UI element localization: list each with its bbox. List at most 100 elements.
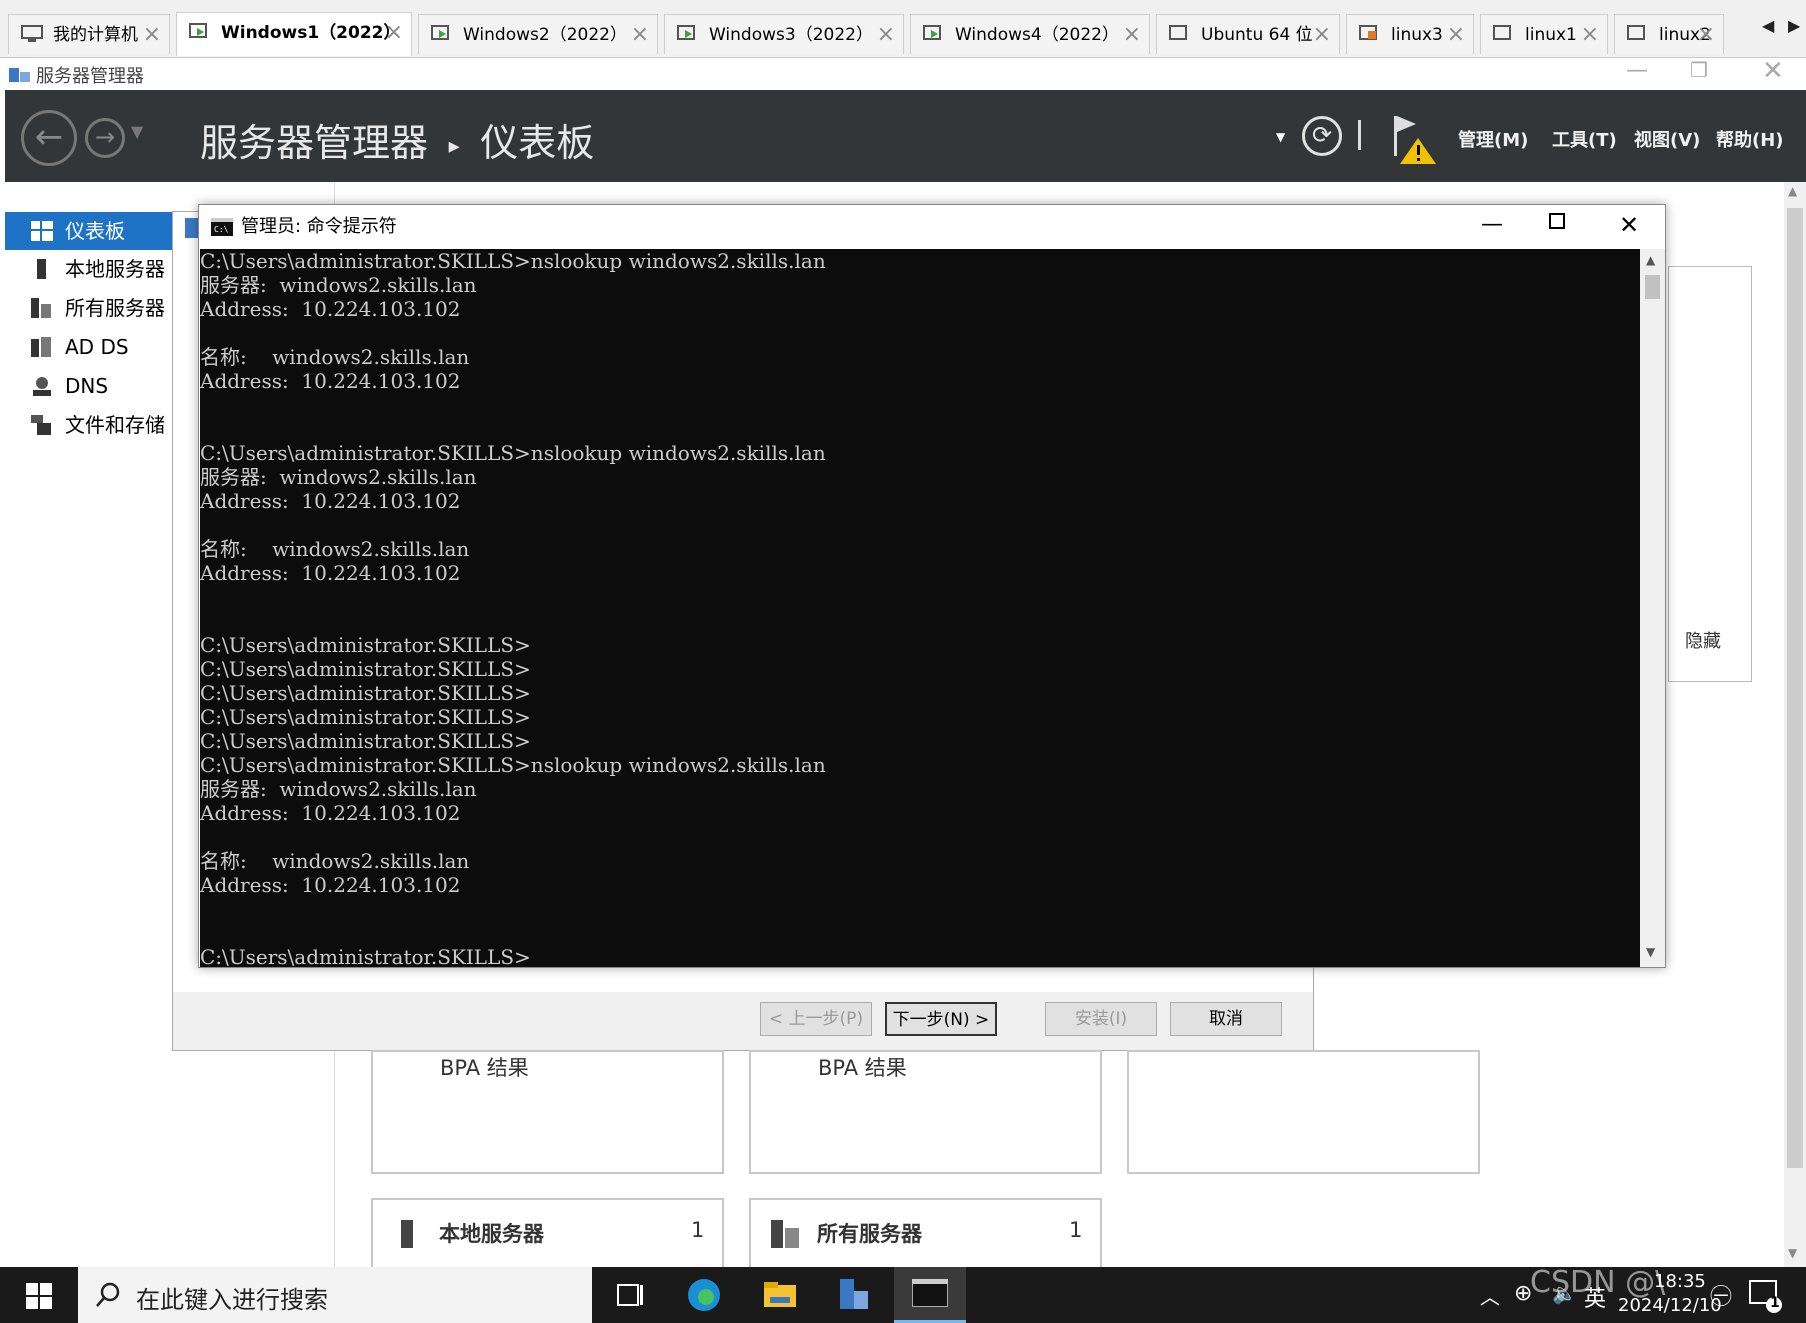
page-scrollbar[interactable]: ▲ ▼ (1784, 182, 1806, 1267)
scroll-thumb[interactable] (1645, 275, 1660, 299)
header-divider (1358, 120, 1361, 150)
close-icon[interactable]: × (1581, 15, 1599, 54)
install-button[interactable]: 安装(I) (1045, 1002, 1157, 1036)
cmd-title-bar[interactable]: C:\ 管理员: 命令提示符 — ✕ (199, 205, 1665, 249)
scroll-thumb[interactable] (1787, 208, 1803, 1168)
role-tile-bpa-2[interactable] (749, 1050, 1102, 1174)
vm-tab-label: Windows1（2022） (221, 23, 401, 43)
tab-scroll-left-icon[interactable]: ◀ (1762, 16, 1774, 35)
scroll-up-icon[interactable]: ▲ (1646, 253, 1655, 267)
close-icon[interactable]: × (1313, 15, 1331, 54)
menu-view[interactable]: 视图(V) (1634, 126, 1700, 152)
close-icon[interactable]: × (1123, 15, 1141, 54)
sidebar-item-ad-ds[interactable]: AD DS (5, 328, 175, 366)
sidebar-item-all-servers[interactable]: 所有服务器 (5, 289, 175, 327)
file-explorer-icon[interactable] (762, 1277, 798, 1313)
scroll-down-icon[interactable]: ▼ (1646, 945, 1655, 959)
maximize-icon[interactable] (1549, 213, 1565, 229)
welcome-panel: 隐藏 (1668, 266, 1752, 682)
start-icon[interactable] (26, 1283, 52, 1309)
menu-tools[interactable]: 工具(T) (1552, 126, 1617, 152)
vm-tab-linux1[interactable]: linux1 × (1480, 14, 1608, 54)
close-icon[interactable]: ✕ (1619, 203, 1639, 247)
tray-expand-icon[interactable]: ︿ (1480, 1281, 1500, 1310)
task-view-icon[interactable] (612, 1277, 648, 1313)
console-line: 服务器: windows2.skills.lan (200, 777, 477, 801)
tab-scroll-right-icon[interactable]: ▶ (1788, 16, 1800, 35)
vm-tab-label: Windows3（2022） (709, 25, 873, 45)
console-line: C:\Users\administrator.SKILLS> (200, 681, 531, 705)
sidebar-item-label: DNS (65, 374, 109, 398)
sidebar-item-local-server[interactable]: 本地服务器 (5, 250, 175, 288)
menu-manage[interactable]: 管理(M) (1458, 126, 1528, 152)
notifications-flag-icon[interactable] (1390, 114, 1438, 166)
tile-all-servers[interactable]: 所有服务器 1 (749, 1198, 1102, 1278)
close-icon[interactable]: × (1447, 15, 1465, 54)
cmd-taskbar-button[interactable] (894, 1267, 966, 1323)
hide-link[interactable]: 隐藏 (1685, 627, 1721, 653)
vm-tab-label: linux1 (1525, 25, 1577, 45)
role-tile-bpa-1[interactable] (371, 1050, 724, 1174)
window-title: 服务器管理器 (36, 66, 144, 87)
scroll-down-icon[interactable]: ▼ (1788, 1246, 1797, 1260)
vm-tab-windows4[interactable]: Windows4（2022） × (910, 14, 1150, 54)
vm-tab-windows1[interactable]: Windows1（2022） × (176, 12, 412, 56)
tile-count: 1 (1069, 1218, 1083, 1242)
vm-tab-label: 我的计算机 (53, 25, 138, 45)
vm-tab-linux3[interactable]: linux3 × (1346, 14, 1474, 54)
cmd-window[interactable]: C:\ 管理员: 命令提示符 — ✕ C:\Users\administrato… (198, 204, 1666, 968)
server-manager-taskbar-icon[interactable] (836, 1277, 872, 1313)
vm-tab-linux2[interactable]: linux2 × (1614, 14, 1724, 54)
vm-tab-my-computer[interactable]: 我的计算机 × (8, 14, 170, 54)
console-line: C:\Users\administrator.SKILLS> (200, 657, 531, 681)
file-storage-icon (31, 415, 51, 435)
close-window-icon[interactable]: ✕ (1762, 56, 1784, 86)
vm-tab-windows3[interactable]: Windows3（2022） × (664, 14, 904, 54)
taskbar-search[interactable]: 在此键入进行搜索 (78, 1267, 592, 1323)
vm-tab-windows2[interactable]: Windows2（2022） × (418, 14, 658, 54)
clock-date[interactable]: 2024/12/10 (1618, 1295, 1722, 1316)
prev-button[interactable]: < 上一步(P) (760, 1002, 872, 1036)
sidebar-item-dns[interactable]: DNS (5, 367, 175, 405)
breadcrumb: 服务器管理器 ▸ 仪表板 (200, 112, 594, 167)
sidebar-item-label: 本地服务器 (65, 257, 165, 281)
close-icon[interactable]: × (1697, 15, 1715, 54)
close-icon[interactable]: × (143, 15, 161, 54)
cancel-button[interactable]: 取消 (1170, 1002, 1282, 1036)
close-icon[interactable]: × (877, 15, 895, 54)
vm-tab-ubuntu[interactable]: Ubuntu 64 位 × (1156, 14, 1340, 54)
sidebar-item-dashboard[interactable]: 仪表板 (5, 212, 175, 250)
refresh-icon[interactable]: ⟳ (1302, 116, 1342, 156)
menu-help[interactable]: 帮助(H) (1716, 126, 1784, 152)
tile-local-server[interactable]: 本地服务器 1 (371, 1198, 724, 1278)
back-icon[interactable]: ← (21, 110, 77, 166)
minimize-icon[interactable]: — (1626, 58, 1648, 83)
console-output[interactable]: C:\Users\administrator.SKILLS>nslookup w… (200, 249, 1640, 967)
forward-icon[interactable]: → (85, 118, 125, 158)
clock-time[interactable]: 18:35 (1654, 1271, 1706, 1292)
minimize-icon[interactable]: — (1481, 203, 1503, 247)
role-tile-3[interactable] (1127, 1050, 1480, 1174)
close-icon[interactable]: × (631, 15, 649, 54)
ime-mode-icon[interactable]: ㊀ (1710, 1279, 1732, 1311)
cmd-scrollbar[interactable]: ▲ ▼ (1640, 249, 1665, 967)
console-line: Address: 10.224.103.102 (200, 801, 461, 825)
servers-icon (771, 1220, 799, 1248)
scroll-up-icon[interactable]: ▲ (1788, 184, 1797, 198)
sidebar-item-label: AD DS (65, 335, 129, 359)
close-icon[interactable]: × (385, 13, 403, 53)
edge-icon[interactable] (686, 1277, 722, 1313)
sidebar-item-file-storage[interactable]: 文件和存储 (5, 406, 175, 444)
history-dropdown-icon[interactable]: ▼ (131, 122, 143, 141)
next-button[interactable]: 下一步(N) > (885, 1002, 997, 1036)
computer-icon (21, 25, 43, 42)
window-title-bar: 服务器管理器 — ❐ ✕ (0, 56, 1806, 90)
dropdown-icon[interactable]: ▼ (1276, 130, 1285, 144)
vm-icon (677, 25, 695, 40)
console-line: C:\Users\administrator.SKILLS> (200, 633, 531, 657)
restore-icon[interactable]: ❐ (1690, 58, 1708, 82)
